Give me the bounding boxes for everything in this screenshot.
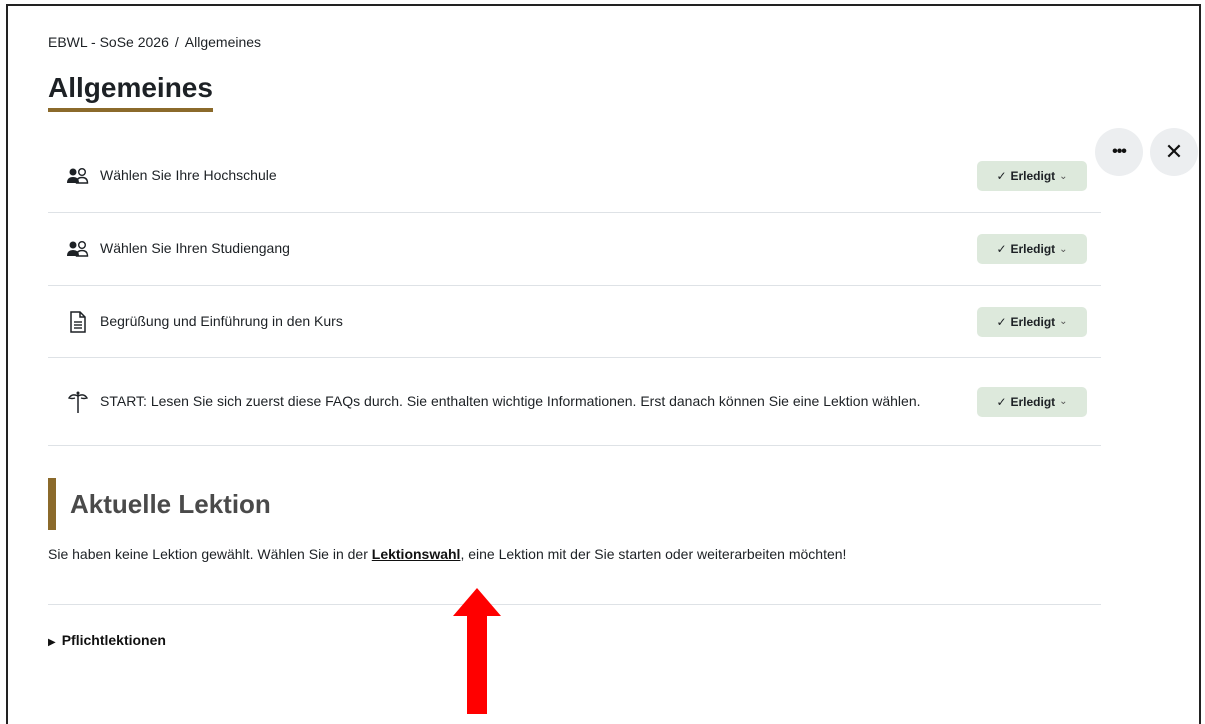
annotation-arrow-icon	[453, 588, 501, 714]
activity-item: START: Lesen Sie sich zuerst diese FAQs …	[48, 358, 1101, 446]
activity-link[interactable]: Begrüßung und Einführung in den Kurs	[100, 310, 343, 332]
completion-status-button[interactable]: ✓ Erledigt ⌄	[977, 234, 1087, 264]
activity-item: Wählen Sie Ihre Hochschule ✓ Erledigt ⌄	[48, 140, 1101, 213]
collapsible-required-lessons[interactable]: ▶ Pflichtlektionen	[48, 632, 166, 648]
activity-link[interactable]: START: Lesen Sie sich zuerst diese FAQs …	[100, 390, 921, 412]
signpost-icon	[66, 390, 90, 414]
activity-link[interactable]: Wählen Sie Ihre Hochschule	[100, 164, 277, 186]
activity-link[interactable]: Wählen Sie Ihren Studiengang	[100, 237, 290, 259]
chevron-down-icon: ⌄	[1059, 316, 1068, 327]
chevron-down-icon: ⌄	[1059, 170, 1068, 182]
activity-content: Wählen Sie Ihre Hochschule	[48, 164, 277, 188]
users-icon	[66, 164, 90, 188]
document-icon	[66, 310, 90, 334]
check-icon: ✓	[996, 169, 1007, 183]
completion-status-button[interactable]: ✓ Erledigt ⌄	[977, 386, 1087, 417]
completion-status-label: Erledigt	[1010, 169, 1056, 183]
breadcrumb: EBWL - SoSe 2026 / Allgemeines	[48, 34, 261, 50]
completion-status-button[interactable]: ✓ Erledigt ⌄	[977, 306, 1087, 337]
more-actions-button[interactable]: •••	[1095, 128, 1143, 176]
completion-status-label: Erledigt	[1010, 394, 1056, 409]
close-button[interactable]: ✕	[1150, 128, 1198, 176]
check-icon: ✓	[996, 314, 1007, 329]
breadcrumb-course-link[interactable]: EBWL - SoSe 2026	[48, 34, 169, 50]
activity-content: Begrüßung und Einführung in den Kurs	[48, 310, 343, 334]
more-horizontal-icon: •••	[1112, 143, 1127, 160]
breadcrumb-separator: /	[174, 34, 179, 50]
section-title-text: Aktuelle Lektion	[70, 488, 271, 519]
check-icon: ✓	[996, 242, 1007, 256]
current-lesson-text: Sie haben keine Lektion gewählt. Wählen …	[48, 546, 846, 562]
activity-item: Wählen Sie Ihren Studiengang ✓ Erledigt …	[48, 213, 1101, 286]
activity-item: Begrüßung und Einführung in den Kurs ✓ E…	[48, 286, 1101, 358]
completion-status-label: Erledigt	[1010, 314, 1056, 329]
check-icon: ✓	[996, 394, 1007, 409]
activity-list: Wählen Sie Ihre Hochschule ✓ Erledigt ⌄ …	[48, 140, 1101, 446]
current-lesson-text-before: Sie haben keine Lektion gewählt. Wählen …	[48, 546, 372, 562]
completion-status-label: Erledigt	[1010, 242, 1056, 256]
breadcrumb-current: Allgemeines	[184, 34, 262, 50]
chevron-down-icon: ⌄	[1059, 396, 1068, 407]
completion-status-button[interactable]: ✓ Erledigt ⌄	[977, 161, 1087, 191]
page-title: Allgemeines	[48, 72, 213, 113]
close-icon: ✕	[1164, 139, 1184, 164]
section-title-current-lesson: Aktuelle Lektion	[48, 478, 271, 530]
activity-content: Wählen Sie Ihren Studiengang	[48, 237, 290, 261]
lesson-selection-link[interactable]: Lektionswahl	[372, 546, 461, 562]
activity-content: START: Lesen Sie sich zuerst diese FAQs …	[48, 390, 946, 414]
triangle-right-icon: ▶	[48, 637, 56, 648]
collapsible-label: Pflichtlektionen	[61, 632, 166, 648]
current-lesson-text-after: , eine Lektion mit der Sie starten oder …	[460, 546, 847, 562]
users-icon	[66, 237, 90, 261]
divider	[48, 604, 1101, 605]
chevron-down-icon: ⌄	[1059, 243, 1068, 255]
